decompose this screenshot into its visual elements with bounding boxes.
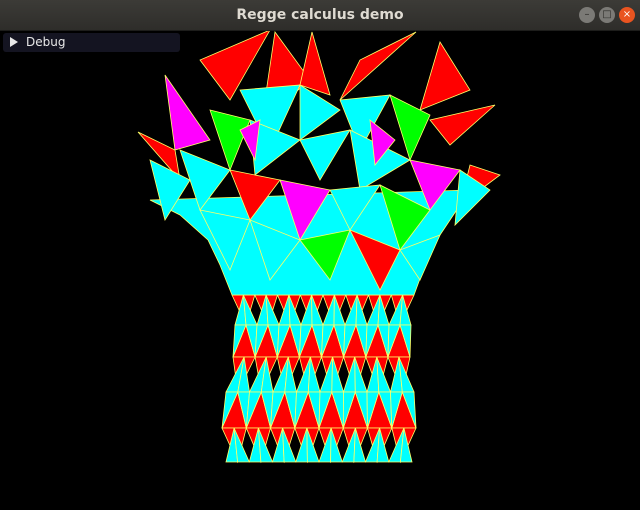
debug-panel-label: Debug xyxy=(26,35,66,49)
mesh-crown-triangle xyxy=(299,84,341,141)
render-viewport[interactable] xyxy=(0,31,640,510)
mesh-crown-triangle xyxy=(419,41,471,111)
mesh-crown-triangle xyxy=(164,74,211,151)
window-title: Regge calculus demo xyxy=(236,7,404,23)
mesh-crown-triangle xyxy=(299,31,331,96)
mesh-top-crown xyxy=(137,31,501,291)
mesh-crown-triangle xyxy=(209,109,251,172)
debug-panel-header[interactable]: Debug xyxy=(3,33,180,52)
close-button[interactable]: × xyxy=(619,7,635,23)
mesh-crown-triangle xyxy=(339,31,417,101)
mesh-bottom-band xyxy=(149,189,471,464)
mesh-crown-triangle xyxy=(429,104,496,146)
title-bar[interactable]: Regge calculus demo – □ × xyxy=(0,0,640,31)
collapse-arrow-icon[interactable] xyxy=(10,37,18,47)
app-window: Regge calculus demo – □ × Debug xyxy=(0,0,640,510)
mesh-crown-triangle xyxy=(299,129,351,181)
minimize-button[interactable]: – xyxy=(579,7,595,23)
regge-mesh-render xyxy=(137,31,501,464)
maximize-button[interactable]: □ xyxy=(599,7,615,23)
